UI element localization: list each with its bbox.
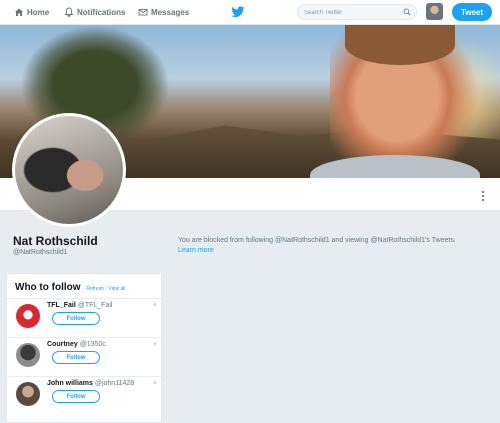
blocked-message-text: You are blocked from following @NatRoths… [178, 237, 456, 244]
nav-notifications[interactable]: Notifications [64, 0, 125, 24]
nav-home-label: Home [27, 7, 50, 17]
blocked-message: You are blocked from following @NatRoths… [178, 236, 488, 256]
profile-display-name[interactable]: Nat Rothschild [13, 234, 98, 248]
tweet-button[interactable]: Tweet [452, 3, 492, 21]
suggestion-name[interactable]: John williams [47, 380, 93, 387]
bell-icon [64, 7, 74, 17]
refresh-link[interactable]: Refresh [86, 286, 104, 292]
home-icon [15, 8, 23, 16]
follow-button[interactable]: Follow [52, 351, 100, 364]
suggestion-name[interactable]: Courtney [47, 341, 78, 348]
suggestion-avatar[interactable] [16, 382, 40, 406]
suggestion-item: Courtney @1350c Follow × [7, 337, 161, 374]
who-to-follow-header: Who to follow · Refresh · View all [15, 282, 126, 293]
view-all-link[interactable]: View all [108, 286, 125, 292]
follow-button[interactable]: Follow [52, 390, 100, 403]
suggestion-avatar[interactable] [16, 304, 40, 328]
suggestion-avatar[interactable] [16, 343, 40, 367]
suggestion-item: John williams @john11428 Follow × [7, 376, 161, 413]
search-box[interactable] [297, 4, 417, 20]
suggestion-item: TFL_Fail @TFL_Fail Follow × [7, 298, 161, 335]
who-to-follow-title: Who to follow [15, 282, 81, 293]
who-to-follow-module: Who to follow · Refresh · View all TFL_F… [6, 273, 162, 423]
search-input[interactable] [304, 8, 394, 17]
dismiss-icon[interactable]: × [153, 341, 157, 348]
nav-home[interactable]: Home [14, 0, 49, 24]
top-navigation: Home Notifications Messages Tweet [0, 0, 500, 25]
suggestion-handle: @john11428 [94, 380, 135, 387]
nav-notifications-label: Notifications [77, 7, 126, 17]
dismiss-icon[interactable]: × [153, 380, 157, 387]
nav-messages[interactable]: Messages [138, 0, 189, 24]
twitter-bird-icon[interactable] [231, 5, 245, 19]
envelope-icon [138, 9, 148, 16]
profile-screen-name[interactable]: @NatRothschild1 [13, 249, 68, 256]
nav-messages-label: Messages [151, 7, 190, 17]
follow-button[interactable]: Follow [52, 312, 100, 325]
dismiss-icon[interactable]: × [153, 302, 157, 309]
profile-avatar[interactable] [12, 113, 126, 227]
more-options-icon[interactable] [481, 190, 485, 202]
user-avatar[interactable] [426, 3, 443, 20]
suggestion-name[interactable]: TFL_Fail [47, 302, 76, 309]
search-icon[interactable] [403, 8, 411, 16]
suggestion-handle: @1350c [79, 341, 106, 348]
learn-more-link[interactable]: Learn more [178, 247, 214, 254]
suggestion-handle: @TFL_Fail [77, 302, 113, 309]
